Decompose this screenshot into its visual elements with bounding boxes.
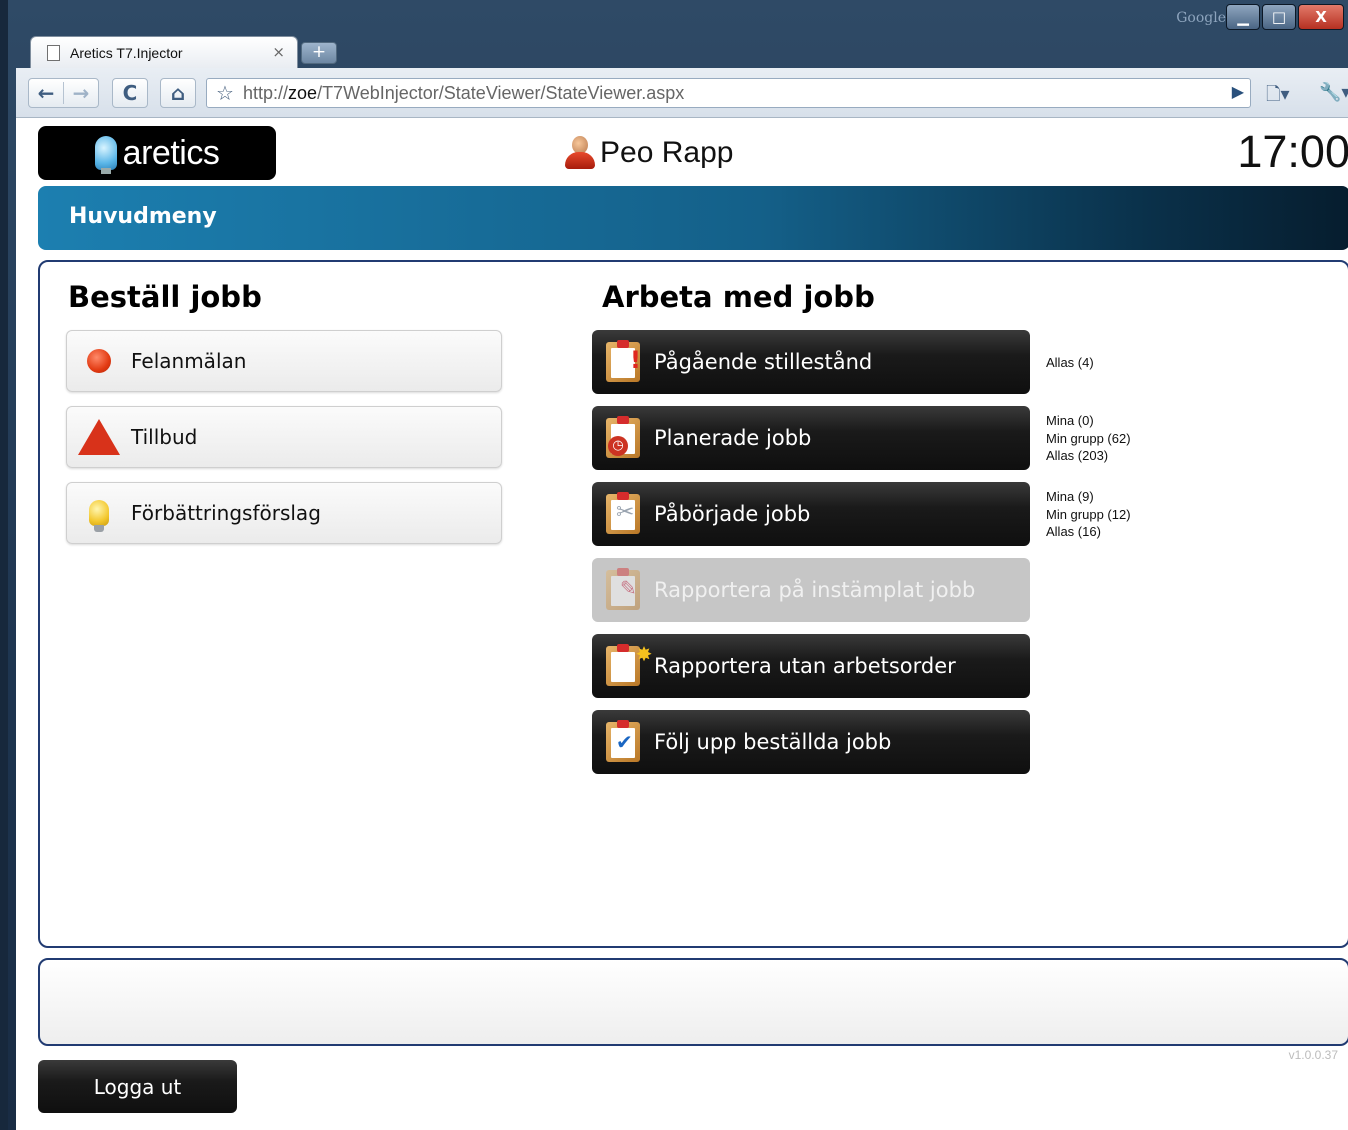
button-label: Påbörjade jobb	[654, 502, 811, 526]
browser-window: Google ▁ □ X Aretics T7.Injector × + ← →…	[0, 0, 1348, 1130]
home-icon[interactable]: ⌂	[161, 79, 195, 107]
clock: 17:00	[1237, 126, 1348, 177]
home-group: ⌂	[160, 78, 196, 108]
tab-close-icon[interactable]: ×	[272, 43, 285, 61]
browser-brand: Google	[1176, 10, 1226, 26]
page-menu-icon[interactable]: 🗋▾	[1266, 82, 1290, 112]
page-icon	[47, 44, 60, 61]
button-label: Felanmälan	[131, 349, 247, 373]
button-label: Följ upp beställda jobb	[654, 730, 892, 754]
count-mine[interactable]: Mina (0)	[1046, 412, 1131, 430]
logout-button[interactable]: Logga ut	[38, 1060, 237, 1113]
clipboard-star-icon: ✸	[606, 642, 652, 686]
reload-group: C	[112, 78, 148, 108]
aretics-logo: aretics	[38, 126, 276, 180]
title-bar: Huvudmeny	[38, 186, 1348, 250]
button-label: Förbättringsförslag	[131, 501, 321, 525]
back-arrow-icon[interactable]: ←	[29, 79, 63, 107]
clipboard-clock-icon: ◷	[606, 416, 640, 458]
work-section-title: Arbeta med jobb	[602, 280, 875, 314]
nav-buttons: ← →	[28, 78, 99, 108]
message-area	[38, 958, 1348, 1046]
new-tab-button[interactable]: +	[301, 42, 337, 64]
url-text[interactable]: http://zoe/T7WebInjector/StateViewer/Sta…	[243, 83, 684, 104]
user-name: Peo Rapp	[600, 136, 734, 169]
report-without-workorder-button[interactable]: ✸ Rapportera utan arbetsorder	[592, 634, 1030, 698]
improvement-suggestion-button[interactable]: Förbättringsförslag	[66, 482, 502, 544]
lightbulb-icon	[89, 500, 109, 532]
button-label: Rapportera utan arbetsorder	[654, 654, 956, 678]
window-controls: ▁ □ X	[1226, 4, 1344, 30]
report-clocked-job-button[interactable]: ✎ Rapportera på instämplat jobb	[592, 558, 1030, 622]
checklist-icon: ✔	[606, 720, 640, 762]
logo-text: aretics	[122, 133, 220, 172]
started-jobs-button[interactable]: ✂ Påbörjade jobb	[592, 482, 1030, 546]
order-section-title: Beställ jobb	[68, 280, 262, 314]
version-label: v1.0.0.37	[1288, 1048, 1338, 1062]
maximize-button[interactable]: □	[1262, 4, 1296, 30]
red-dot-icon	[87, 349, 111, 373]
ongoing-downtime-counts: Allas (4)	[1046, 354, 1094, 372]
count-all[interactable]: Allas (16)	[1046, 523, 1131, 541]
url-path: /T7WebInjector/StateViewer/StateViewer.a…	[317, 82, 685, 103]
count-my-group[interactable]: Min grupp (12)	[1046, 506, 1131, 524]
logo-bulb-icon	[94, 136, 117, 174]
button-label: Rapportera på instämplat jobb	[654, 578, 976, 602]
current-user: Peo Rapp	[564, 136, 733, 170]
fault-report-button[interactable]: Felanmälan	[66, 330, 502, 392]
warning-triangle-icon	[78, 419, 120, 455]
button-label: Tillbud	[131, 425, 198, 449]
planned-jobs-counts: Mina (0) Min grupp (62) Allas (203)	[1046, 412, 1131, 465]
page-title: Huvudmeny	[69, 204, 217, 229]
address-bar[interactable]: ☆ http://zoe/T7WebInjector/StateViewer/S…	[206, 78, 1251, 108]
follow-up-ordered-jobs-button[interactable]: ✔ Följ upp beställda jobb	[592, 710, 1030, 774]
main-panel: Beställ jobb Felanmälan Tillbud Förbättr…	[38, 260, 1348, 948]
clipboard-alert-icon: !	[606, 340, 641, 382]
user-icon	[564, 136, 596, 170]
go-arrow-icon[interactable]: ▶	[1232, 82, 1244, 101]
browser-toolbar: ← → C ⌂ ☆ http://zoe/T7WebInjector/State…	[16, 68, 1348, 118]
button-label: Pågående stillestånd	[654, 350, 873, 374]
count-mine[interactable]: Mina (9)	[1046, 488, 1131, 506]
browser-tab[interactable]: Aretics T7.Injector ×	[30, 36, 298, 68]
clipboard-tools-icon: ✂	[606, 492, 640, 534]
clipboard-pen-icon: ✎	[606, 568, 640, 610]
bookmark-star-icon[interactable]: ☆	[207, 81, 243, 105]
wrench-menu-icon[interactable]: 🔧▾	[1319, 82, 1348, 103]
planned-jobs-button[interactable]: ◷ Planerade jobb	[592, 406, 1030, 470]
tab-title: Aretics T7.Injector	[70, 44, 183, 61]
web-page: aretics Peo Rapp 17:00 Huvudmeny Beställ…	[16, 118, 1348, 1130]
forward-arrow-icon[interactable]: →	[64, 79, 98, 107]
url-host: zoe	[288, 82, 318, 103]
count-all[interactable]: Allas (203)	[1046, 447, 1131, 465]
minimize-button[interactable]: ▁	[1226, 4, 1260, 30]
count-my-group[interactable]: Min grupp (62)	[1046, 430, 1131, 448]
close-window-button[interactable]: X	[1298, 4, 1344, 30]
ongoing-downtime-button[interactable]: ! Pågående stillestånd	[592, 330, 1030, 394]
count-all[interactable]: Allas (4)	[1046, 354, 1094, 372]
incident-button[interactable]: Tillbud	[66, 406, 502, 468]
reload-icon[interactable]: C	[113, 79, 147, 107]
started-jobs-counts: Mina (9) Min grupp (12) Allas (16)	[1046, 488, 1131, 541]
button-label: Planerade jobb	[654, 426, 812, 450]
